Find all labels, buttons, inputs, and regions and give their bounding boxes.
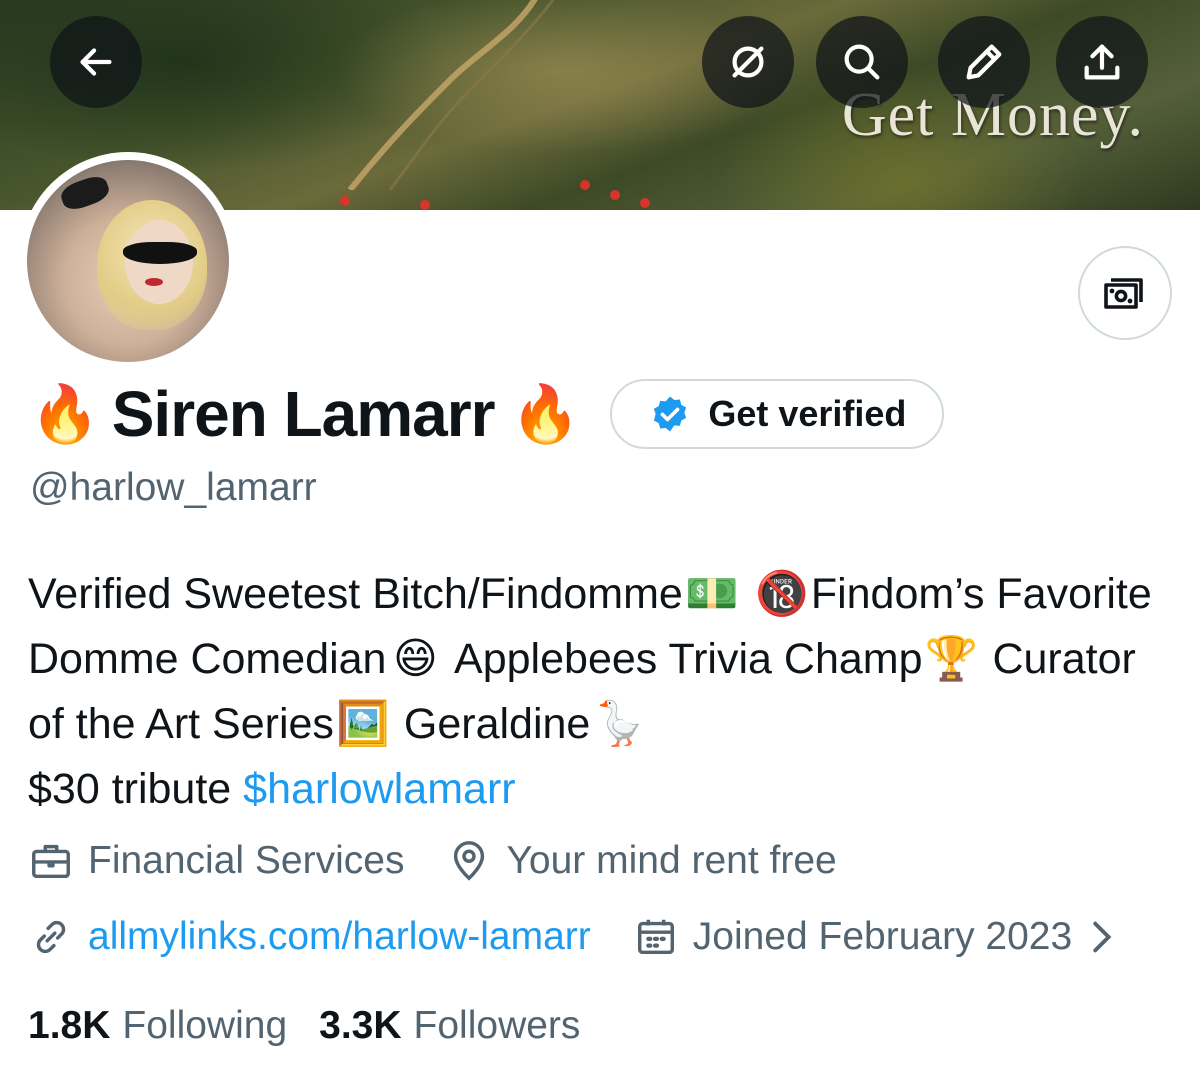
chevron-right-icon[interactable]	[1078, 914, 1124, 960]
banner-river	[347, 0, 555, 190]
website-item[interactable]: allmylinks.com/harlow-lamarr	[28, 914, 591, 960]
share-button[interactable]	[1056, 16, 1148, 108]
mask-shape	[123, 242, 197, 264]
grin-emoji: 😄	[393, 635, 438, 683]
get-verified-button[interactable]: Get verified	[610, 379, 945, 449]
avatar[interactable]	[19, 152, 237, 370]
arrow-left-icon	[80, 48, 112, 76]
get-verified-label: Get verified	[708, 393, 907, 434]
money-icon	[1104, 278, 1143, 309]
followers-count: 3.3K	[319, 1004, 402, 1047]
share-icon	[1084, 44, 1120, 80]
grok-button[interactable]	[702, 16, 794, 108]
joined-item: Joined February 2023	[633, 914, 1124, 960]
edit-button[interactable]	[938, 16, 1030, 108]
trophy-emoji: 🏆	[924, 635, 979, 683]
location-pin-icon	[454, 841, 485, 881]
location-item: Your mind rent free	[446, 838, 837, 884]
link-icon	[36, 920, 66, 954]
search-icon	[844, 44, 880, 80]
category-text: Financial Services	[88, 839, 405, 882]
following-link[interactable]: 1.8K Following	[28, 1004, 287, 1048]
avatar-image	[27, 160, 229, 362]
briefcase-icon	[32, 844, 70, 879]
location-text: Your mind rent free	[506, 839, 837, 882]
profile-bio: Verified Sweetest Bitch/Findomme💵 🔞Findo…	[28, 562, 1178, 822]
following-label: Following	[122, 1004, 288, 1047]
no-under-18-emoji: 🔞	[755, 570, 809, 618]
verified-badge-icon	[654, 396, 687, 432]
profile-meta-row: Financial Services Your mind rent free	[28, 838, 879, 884]
joined-text: Joined February 2023	[692, 915, 1073, 958]
fire-emoji: 🔥	[510, 382, 581, 445]
follow-stats: 1.8K Following 3.3K Followers	[28, 1004, 612, 1048]
tip-button[interactable]	[1078, 246, 1172, 340]
pencil-icon	[966, 44, 1002, 80]
category-item: Financial Services	[28, 838, 404, 884]
goose-emoji: 🪿	[592, 700, 647, 748]
name-row: 🔥 Siren Lamarr 🔥 Get verified	[30, 376, 945, 452]
search-button[interactable]	[816, 16, 908, 108]
cashtag-link[interactable]: $harlowlamarr	[243, 765, 515, 813]
website-link[interactable]: allmylinks.com/harlow-lamarr	[88, 915, 591, 959]
dollar-emoji: 💵	[685, 570, 739, 618]
user-handle: @harlow_lamarr	[30, 466, 317, 509]
framed-picture-emoji: 🖼️	[336, 700, 390, 748]
fire-emoji: 🔥	[30, 382, 100, 445]
grok-icon	[732, 46, 764, 78]
calendar-icon	[637, 919, 674, 955]
profile-meta-row: allmylinks.com/harlow-lamarr Joined Febr…	[28, 914, 1166, 960]
back-button[interactable]	[50, 16, 142, 108]
followers-link[interactable]: 3.3K Followers	[319, 1004, 580, 1048]
followers-label: Followers	[413, 1004, 581, 1047]
display-name: Siren Lamarr	[111, 378, 496, 450]
following-count: 1.8K	[28, 1004, 111, 1047]
